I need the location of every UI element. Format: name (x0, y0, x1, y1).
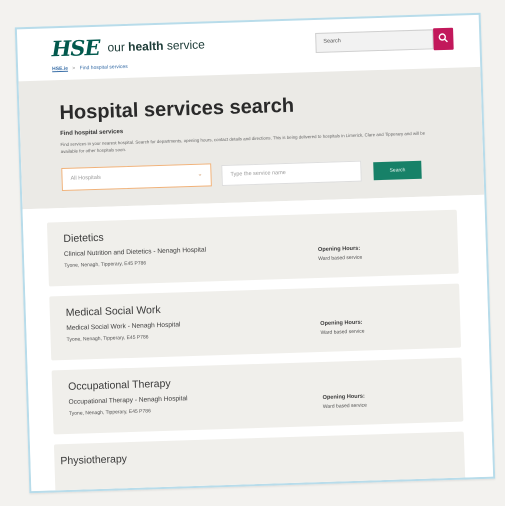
result-service-link[interactable]: Occupational Therapy - Nenagh Hospital (68, 395, 187, 406)
result-title: Occupational Therapy (67, 377, 171, 393)
search-icon (438, 33, 448, 43)
search-submit-button[interactable]: Search (373, 160, 422, 181)
result-card[interactable]: Medical Social Work Medical Social Work … (49, 283, 462, 361)
results-list: Dietetics Clinical Nutrition and Dieteti… (22, 194, 494, 494)
result-title: Medical Social Work (65, 303, 161, 319)
opening-hours-label: Opening Hours: (320, 319, 363, 327)
opening-hours-value: Ward based service (322, 402, 367, 410)
result-address: Tyone, Nenagh, Tipperary, E45 P786 (66, 334, 149, 343)
result-card[interactable]: Dietetics Clinical Nutrition and Dieteti… (46, 209, 459, 287)
site-header: HSE our health service Search HSE.ie > F… (17, 15, 480, 72)
result-address: Tyone, Nenagh, Tipperary, E45 P786 (68, 408, 151, 417)
result-title: Dietetics (63, 231, 104, 246)
opening-hours-label: Opening Hours: (317, 245, 361, 254)
page-subtitle: Find hospital services (60, 129, 124, 138)
breadcrumb: HSE.ie > Find hospital services (52, 64, 128, 72)
hospital-select-value: All Hospitals (70, 174, 101, 182)
result-service-link[interactable]: Clinical Nutrition and Dietetics - Nenag… (64, 247, 206, 258)
logo-text-bold: health (127, 38, 164, 54)
opening-hours-value: Ward based service (320, 328, 365, 336)
chevron-down-icon: ⌄ (197, 171, 203, 178)
result-card[interactable]: Occupational Therapy Occupational Therap… (51, 357, 464, 435)
site-search-input[interactable]: Search (315, 29, 434, 53)
hse-logo[interactable]: HSE our health service (51, 31, 205, 61)
service-name-input[interactable]: Type the service name (221, 160, 362, 187)
hospital-select[interactable]: All Hospitals ⌄ (61, 163, 212, 192)
result-service-link[interactable]: Medical Social Work - Nenagh Hospital (66, 321, 180, 332)
breadcrumb-current-link[interactable]: Find hospital services (80, 64, 128, 72)
logo-text: our health service (107, 37, 205, 54)
breadcrumb-separator: > (72, 65, 76, 72)
page-title: Hospital services search (59, 94, 295, 125)
result-title: Physiotherapy (60, 453, 128, 468)
search-hero: Hospital services search Find hospital s… (18, 66, 485, 210)
result-card[interactable]: Physiotherapy (53, 431, 466, 494)
page-screenshot: HSE our health service Search HSE.ie > F… (14, 12, 496, 494)
opening-hours-value: Ward based service (318, 254, 363, 263)
logo-text-prefix: our (107, 39, 126, 55)
breadcrumb-home-link[interactable]: HSE.ie (52, 66, 68, 72)
result-address: Tyone, Nenagh, Tipperary, E45 P786 (64, 260, 147, 269)
hse-logo-icon: HSE (51, 34, 100, 62)
site-search-button[interactable] (433, 27, 454, 51)
opening-hours-label: Opening Hours: (322, 393, 365, 401)
logo-text-suffix: service (166, 36, 206, 53)
